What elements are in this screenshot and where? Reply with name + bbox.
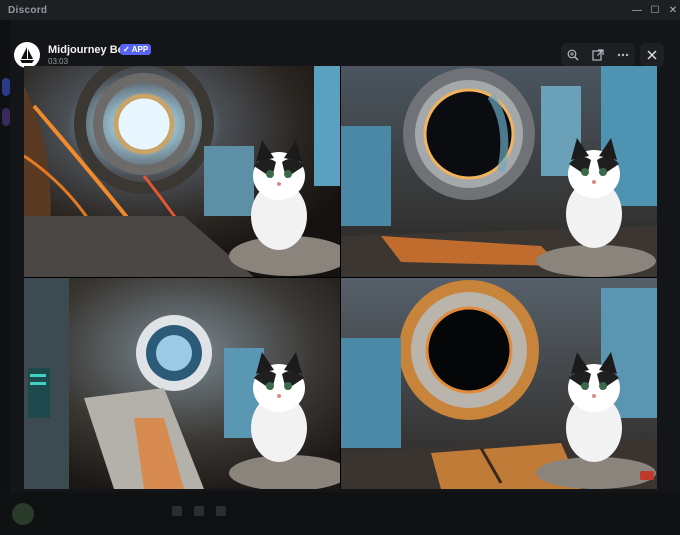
kitten	[251, 352, 307, 462]
background-server-icon	[2, 78, 10, 96]
window-titlebar: Discord	[0, 0, 680, 20]
app-badge-label: APP	[131, 45, 149, 54]
image-tile-4[interactable]	[341, 278, 657, 489]
notification-badge	[640, 471, 654, 480]
zoom-in-icon	[567, 49, 579, 61]
open-in-browser-button[interactable]	[588, 45, 608, 65]
zoom-button[interactable]	[563, 45, 583, 65]
app-title: Discord	[8, 4, 48, 16]
close-icon	[647, 50, 657, 60]
avatar[interactable]	[14, 42, 40, 68]
kitten	[566, 352, 622, 462]
message-timestamp: 03:03	[48, 57, 69, 66]
user-avatar[interactable]	[12, 503, 34, 525]
app-badge: ✓ APP	[120, 44, 152, 55]
midjourney-sailboat-icon	[20, 47, 34, 63]
message-username[interactable]: Midjourney Bot	[48, 44, 128, 56]
image-toolbar	[561, 43, 635, 67]
settings-icon[interactable]	[216, 506, 226, 516]
image-preview[interactable]	[24, 66, 657, 489]
image-tile-1[interactable]	[24, 66, 340, 277]
headphones-icon[interactable]	[194, 506, 204, 516]
more-options-button[interactable]	[613, 45, 633, 65]
check-icon: ✓	[123, 45, 130, 54]
minimize-button[interactable]: —	[628, 0, 646, 20]
open-in-browser-icon	[592, 49, 604, 61]
background-server-icon	[2, 108, 10, 126]
kitten	[566, 138, 622, 248]
maximize-button[interactable]: ☐	[646, 0, 664, 20]
image-tile-3[interactable]	[24, 278, 340, 489]
kitten	[251, 140, 307, 250]
more-options-icon	[617, 53, 628, 57]
image-tile-2[interactable]	[341, 66, 657, 277]
server-sidebar	[0, 20, 10, 535]
window-close-button[interactable]: ✕	[664, 0, 680, 20]
mic-icon[interactable]	[172, 506, 182, 516]
close-preview-button[interactable]	[640, 43, 664, 67]
user-panel	[0, 492, 680, 535]
